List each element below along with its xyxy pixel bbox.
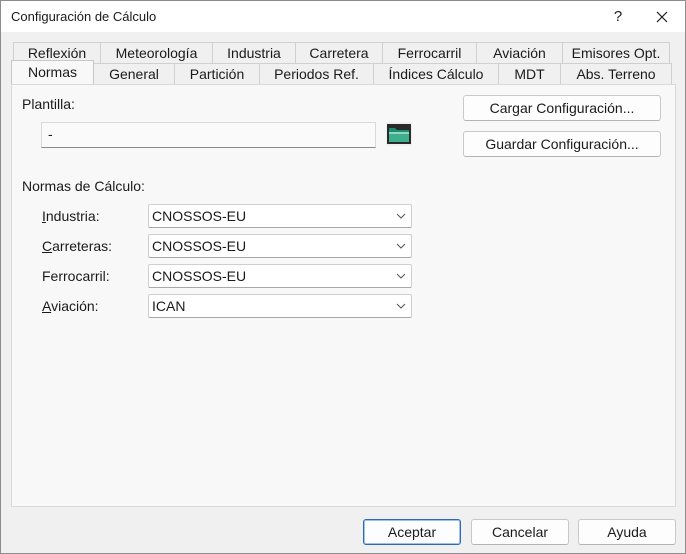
- aviacion-value: ICAN: [152, 298, 186, 314]
- tab-particion[interactable]: Partición: [174, 63, 260, 84]
- chevron-down-icon: [396, 273, 406, 279]
- close-icon: [656, 11, 668, 22]
- tab-industria[interactable]: Industria: [212, 42, 296, 63]
- window-title: Configuración de Cálculo: [11, 9, 157, 24]
- folder-icon: [387, 124, 411, 144]
- template-field[interactable]: -: [41, 122, 376, 148]
- industria-select[interactable]: CNOSSOS-EU: [148, 204, 412, 228]
- ferrocarril-value: CNOSSOS-EU: [152, 268, 247, 284]
- help-button[interactable]: Ayuda: [578, 519, 676, 545]
- industria-label: Industria:: [42, 208, 100, 224]
- template-label: Plantilla:: [22, 96, 75, 112]
- close-button[interactable]: [639, 1, 685, 32]
- tab-periodos-ref[interactable]: Periodos Ref.: [259, 63, 374, 84]
- tab-general[interactable]: General: [93, 63, 175, 84]
- help-question-icon: ?: [613, 8, 623, 25]
- carreteras-select[interactable]: CNOSSOS-EU: [148, 234, 412, 258]
- industria-label-text: ndustria:: [45, 208, 100, 224]
- tab-row-front: Normas General Partición Periodos Ref. Í…: [11, 60, 672, 84]
- tab-aviacion[interactable]: Aviación: [476, 42, 563, 63]
- tab-ferrocarril[interactable]: Ferrocarril: [382, 42, 477, 63]
- tab-meteorologia[interactable]: Meteorología: [100, 42, 213, 63]
- browse-template-button[interactable]: [386, 122, 412, 146]
- chevron-down-icon: [396, 243, 406, 249]
- carreteras-value: CNOSSOS-EU: [152, 238, 247, 254]
- tab-abs-terreno[interactable]: Abs. Terreno: [560, 63, 672, 84]
- dialog-window: Configuración de Cálculo ? Reflexión Met…: [0, 0, 686, 554]
- title-bar: Configuración de Cálculo ?: [1, 1, 685, 32]
- industria-value: CNOSSOS-EU: [152, 208, 247, 224]
- carreteras-label: Carreteras:: [42, 238, 113, 254]
- tab-emisores-opt[interactable]: Emisores Opt.: [562, 42, 670, 63]
- tab-normas[interactable]: Normas: [11, 60, 94, 84]
- ferrocarril-select[interactable]: CNOSSOS-EU: [148, 264, 412, 288]
- carreteras-label-text: arreteras:: [52, 238, 113, 254]
- ferrocarril-label: Ferrocarril:: [42, 268, 110, 284]
- load-config-button[interactable]: Cargar Configuración...: [463, 95, 661, 121]
- chevron-down-icon: [396, 213, 406, 219]
- tab-row-back: Reflexión Meteorología Industria Carrete…: [13, 42, 670, 63]
- template-value: -: [48, 126, 53, 142]
- help-title-button[interactable]: ?: [595, 1, 641, 32]
- aviacion-label: Aviación:: [42, 298, 99, 314]
- tab-carretera[interactable]: Carretera: [295, 42, 383, 63]
- cancel-button[interactable]: Cancelar: [471, 519, 569, 545]
- save-config-button[interactable]: Guardar Configuración...: [463, 131, 661, 157]
- ok-button[interactable]: Aceptar: [363, 519, 461, 545]
- tab-indices-calculo[interactable]: Índices Cálculo: [373, 63, 499, 84]
- aviacion-label-text: viación:: [51, 298, 99, 314]
- chevron-down-icon: [396, 303, 406, 309]
- aviacion-select[interactable]: ICAN: [148, 294, 412, 318]
- tab-mdt[interactable]: MDT: [498, 63, 561, 84]
- norms-section-label: Normas de Cálculo:: [22, 178, 145, 194]
